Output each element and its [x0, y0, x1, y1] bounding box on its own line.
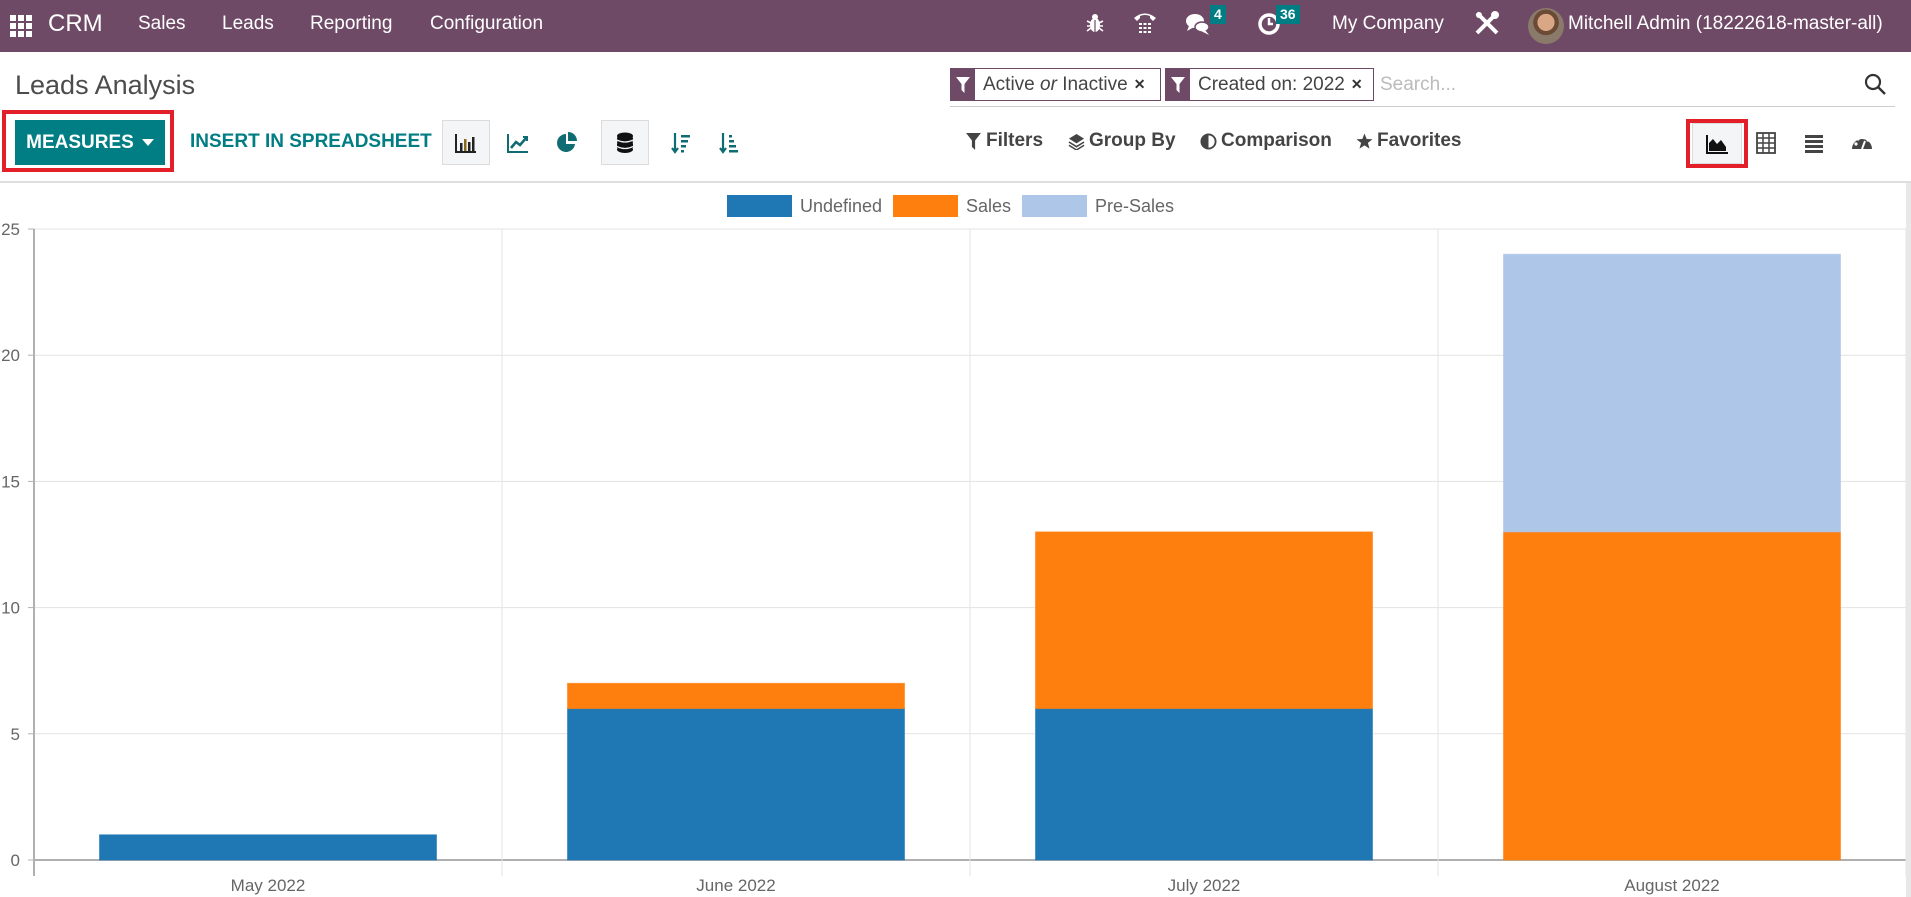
- page-title: Leads Analysis: [15, 70, 196, 100]
- facet-label: Created on: 2022: [1198, 73, 1345, 95]
- user-menu[interactable]: Mitchell Admin (18222618-master-all): [1568, 13, 1883, 35]
- legend-swatch-presales: [1022, 195, 1087, 217]
- legend-swatch-undefined: [727, 195, 792, 217]
- pie-chart-button[interactable]: [543, 120, 591, 165]
- filter-icon: [951, 69, 975, 100]
- insert-spreadsheet-button[interactable]: INSERT IN SPREADSHEET: [190, 131, 432, 153]
- sort-descending-button[interactable]: [658, 120, 706, 165]
- y-tick-label: 15: [1, 472, 20, 491]
- bar-pre-sales-august-2022: [1503, 253, 1841, 533]
- view-pivot-button[interactable]: [1742, 120, 1790, 165]
- company-switcher[interactable]: My Company: [1332, 13, 1444, 35]
- layers-icon: [1068, 133, 1085, 150]
- legend-presales[interactable]: Pre-Sales: [1022, 194, 1174, 218]
- facet-label: Active or Inactive: [983, 73, 1128, 95]
- app-brand[interactable]: CRM: [48, 10, 103, 38]
- y-tick-label: 0: [11, 851, 20, 870]
- legend-undefined[interactable]: Undefined: [727, 194, 882, 218]
- activities-badge: 36: [1276, 5, 1300, 24]
- filter-icon: [1166, 69, 1190, 100]
- filters-dropdown[interactable]: Filters: [965, 130, 1043, 152]
- menu-configuration[interactable]: Configuration: [430, 13, 543, 35]
- x-tick-label: June 2022: [696, 876, 775, 895]
- view-list-button[interactable]: [1790, 120, 1838, 165]
- legend-label-undefined: Undefined: [800, 195, 883, 216]
- menu-reporting[interactable]: Reporting: [310, 13, 392, 35]
- facet-created-on: Created on: 2022 ✕: [1165, 68, 1374, 101]
- facet-remove-icon[interactable]: ✕: [1134, 76, 1153, 93]
- filter-icon: [966, 132, 981, 150]
- measures-label: MEASURES: [26, 131, 134, 153]
- x-tick-label: July 2022: [1168, 876, 1241, 895]
- chat-icon[interactable]: [1185, 12, 1211, 36]
- line-chart-button[interactable]: [494, 120, 542, 165]
- comparison-dropdown[interactable]: Comparison: [1200, 130, 1332, 152]
- table-icon: [1756, 131, 1776, 154]
- bar-undefined-june-2022: [567, 708, 905, 861]
- bar-sales-july-2022: [1035, 531, 1373, 710]
- user-avatar[interactable]: [1528, 8, 1564, 44]
- caret-down-icon: [141, 139, 154, 146]
- sort-ascending-icon: [719, 132, 738, 154]
- legend-sales[interactable]: Sales: [893, 194, 1011, 218]
- groupby-dropdown[interactable]: Group By: [1068, 130, 1176, 152]
- view-graph-button[interactable]: [1692, 123, 1742, 164]
- search-bar: Active or Inactive ✕ Created on: 2022 ✕: [950, 67, 1895, 107]
- y-tick-label: 5: [11, 725, 20, 744]
- measures-button[interactable]: MEASURES: [15, 120, 165, 165]
- groupby-label: Group By: [1089, 130, 1176, 151]
- legend-swatch-sales: [893, 195, 958, 217]
- apps-menu-icon[interactable]: [10, 15, 32, 37]
- search-icon[interactable]: [1863, 72, 1887, 96]
- x-tick-label: August 2022: [1624, 876, 1719, 895]
- bar-undefined-july-2022: [1035, 708, 1373, 861]
- bar-undefined-may-2022: [99, 834, 437, 861]
- menu-leads[interactable]: Leads: [222, 13, 274, 35]
- half-circle-icon: [1200, 132, 1217, 150]
- top-navbar: CRM Sales Leads Reporting Configuration …: [0, 0, 1911, 52]
- stacked-bar-chart: 0 5 10 15 20 25 May 2022 June 2022 July 2022 Augu…: [1, 220, 1906, 895]
- comparison-label: Comparison: [1221, 130, 1332, 151]
- stacked-toggle-button[interactable]: [601, 120, 649, 165]
- y-tick-label: 10: [1, 599, 20, 618]
- y-tick-label: 25: [1, 220, 20, 239]
- area-chart-icon: [1706, 134, 1728, 154]
- favorites-label: Favorites: [1377, 130, 1462, 151]
- bar-chart-icon: [455, 133, 476, 153]
- bar-sales-june-2022: [567, 682, 905, 710]
- facet-active-inactive: Active or Inactive ✕: [950, 68, 1161, 101]
- bar-sales-august-2022: [1503, 531, 1841, 861]
- star-icon: [1356, 132, 1373, 149]
- legend-label-sales: Sales: [966, 195, 1012, 216]
- dashboard-gauge-icon: [1852, 134, 1872, 149]
- view-dashboard-button[interactable]: [1838, 120, 1886, 165]
- y-tick-label: 20: [1, 346, 20, 365]
- messages-badge: 4: [1210, 5, 1226, 24]
- pie-chart-icon: [557, 131, 577, 152]
- favorites-dropdown[interactable]: Favorites: [1356, 130, 1461, 152]
- bug-icon[interactable]: [1085, 12, 1105, 34]
- line-chart-icon: [507, 133, 528, 153]
- sort-ascending-button[interactable]: [706, 120, 754, 165]
- x-tick-label: May 2022: [231, 876, 306, 895]
- bar-chart-button[interactable]: [442, 120, 490, 165]
- database-stack-icon: [616, 132, 634, 153]
- phone-icon[interactable]: [1132, 9, 1158, 35]
- tools-icon[interactable]: [1473, 9, 1501, 37]
- scrollbar[interactable]: [1906, 183, 1911, 897]
- toolbar-divider: [0, 181, 1911, 183]
- filters-label: Filters: [986, 130, 1044, 151]
- sort-descending-icon: [671, 132, 690, 154]
- search-input[interactable]: [1380, 70, 1820, 100]
- legend-label-presales: Pre-Sales: [1095, 195, 1175, 216]
- facet-remove-icon[interactable]: ✕: [1351, 76, 1370, 93]
- list-icon: [1805, 134, 1823, 153]
- menu-sales[interactable]: Sales: [138, 13, 186, 35]
